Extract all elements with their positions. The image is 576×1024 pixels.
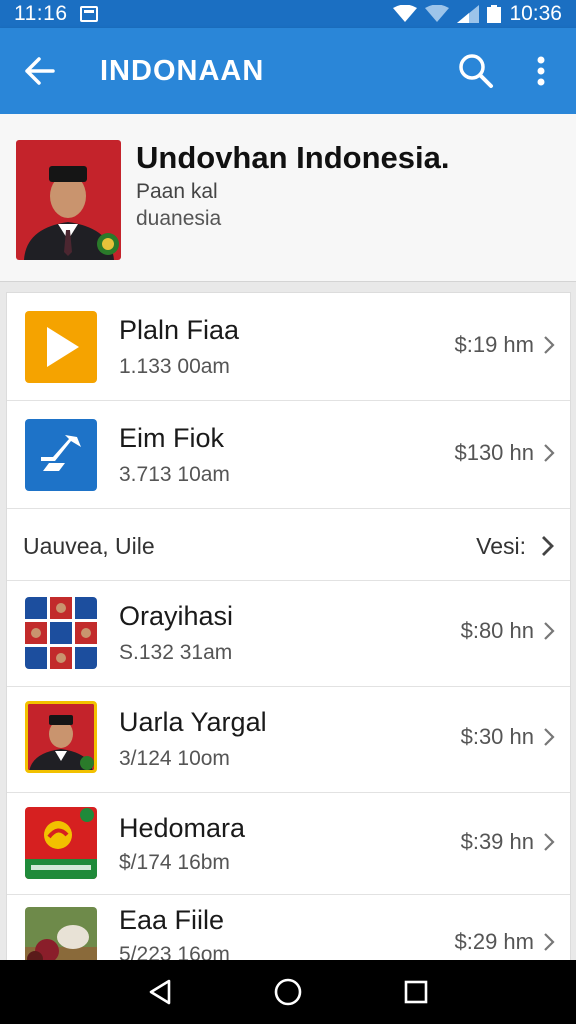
system-nav-bar (0, 960, 576, 1024)
app-arrow-icon (25, 419, 97, 491)
status-time: 11:16 (14, 2, 68, 25)
chevron-right-icon (544, 336, 555, 354)
item-title: Plaln Fiaa (119, 315, 240, 345)
content-card: Plaln Fiaa 1.133 00am $:19 hm Eim Fiok 3… (6, 292, 571, 992)
photo-grid-icon (25, 597, 97, 669)
status-bar: 11:16 10:36 (0, 0, 576, 28)
item-title: Uarla Yargal (119, 707, 267, 737)
item-title: Eim Fiok (119, 423, 225, 453)
item-subtitle: 1.133 00am (119, 355, 230, 378)
portrait-icon (25, 701, 97, 773)
status-clock: 10:36 (509, 2, 562, 25)
play-icon (25, 311, 97, 383)
nav-home-button[interactable] (268, 972, 308, 1012)
back-button[interactable] (0, 28, 80, 114)
list-item[interactable]: Orayihasi S.132 31am $:80 hn (7, 581, 570, 687)
list-item[interactable]: Uarla Yargal 3/124 10om $:30 hn (7, 687, 570, 793)
search-button[interactable] (446, 28, 506, 114)
section-more-link[interactable]: Vesi: (476, 533, 526, 560)
profile-header: Undovhan Indonesia. Paan kal duanesia (0, 114, 576, 282)
nav-recents-icon (404, 980, 428, 1004)
notification-icon (79, 6, 98, 22)
item-price: $:30 hn (460, 724, 534, 749)
overflow-menu-button[interactable] (506, 28, 576, 114)
chevron-right-icon (544, 933, 555, 951)
section-header[interactable]: Uauvea, Uile Vesi: (7, 509, 570, 581)
wifi-secondary-icon (425, 5, 450, 22)
item-price: $:39 hn (460, 829, 534, 854)
nav-back-button[interactable] (140, 972, 180, 1012)
item-price: $130 hn (454, 440, 534, 465)
nav-recents-button[interactable] (396, 972, 436, 1012)
item-subtitle: 3.713 10am (119, 463, 230, 486)
status-icons: 10:36 (393, 2, 562, 26)
item-subtitle: S.132 31am (119, 641, 233, 664)
list-item[interactable]: Hedomara $/174 16bm $:39 hn (7, 793, 570, 895)
nav-home-icon (274, 978, 302, 1006)
signal-icon (457, 5, 480, 23)
profile-photo (16, 140, 121, 260)
item-price: $:19 hm (454, 332, 535, 357)
back-arrow-icon (25, 57, 55, 85)
item-title: Orayihasi (119, 601, 234, 631)
nav-back-icon (149, 979, 171, 1005)
app-title: INDONAAN (100, 54, 265, 87)
list-item[interactable]: Plaln Fiaa 1.133 00am $:19 hm (7, 293, 570, 401)
section-label: Uauvea, Uile (23, 533, 155, 559)
wifi-icon (393, 5, 418, 22)
profile-subtitle: Paan kal (136, 180, 218, 203)
profile-location: duanesia (136, 207, 222, 230)
item-subtitle: $/174 16bm (119, 851, 230, 874)
item-title: Hedomara (119, 813, 246, 843)
item-title: Eaa Fiile (119, 905, 225, 935)
item-price: $:29 hm (454, 929, 535, 954)
more-vert-icon (537, 56, 545, 86)
chevron-right-icon (544, 728, 555, 746)
chevron-right-icon (544, 444, 555, 462)
search-icon (459, 54, 493, 88)
chevron-right-icon (544, 833, 555, 851)
chevron-right-icon (544, 622, 555, 640)
battery-icon (487, 5, 502, 23)
item-price: $:80 hn (460, 618, 534, 643)
profile-name: Undovhan Indonesia. (136, 140, 450, 175)
item-subtitle: 3/124 10om (119, 747, 230, 770)
app-bar: INDONAAN (0, 28, 576, 114)
chevron-right-icon (542, 536, 554, 556)
party-logo-icon (25, 807, 97, 879)
list-item[interactable]: Eim Fiok 3.713 10am $130 hn (7, 401, 570, 509)
